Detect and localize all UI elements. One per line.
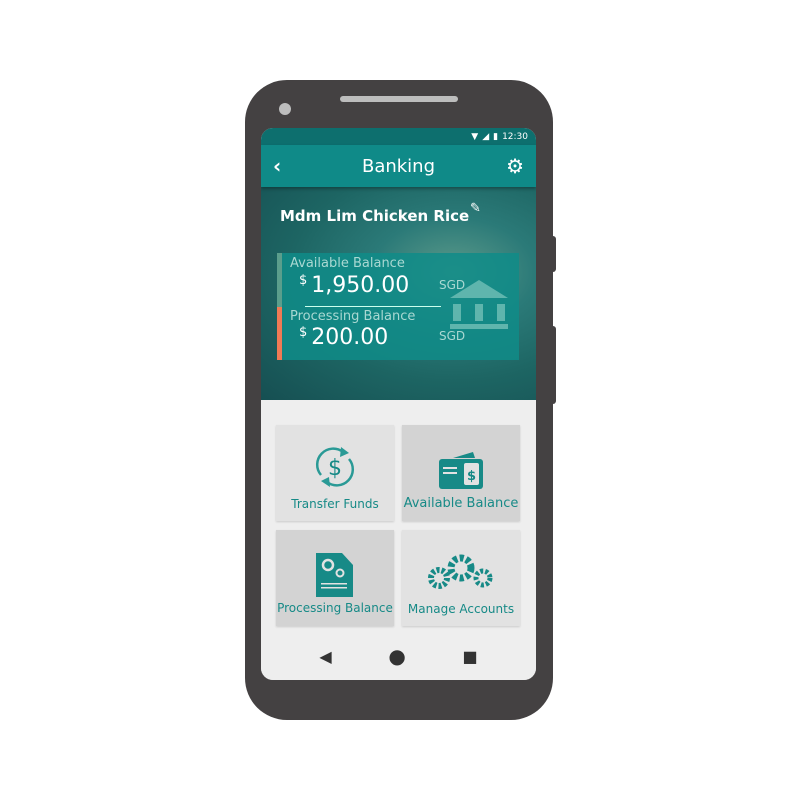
bank-icon [450, 280, 508, 329]
pencil-icon[interactable]: ✎ [470, 201, 481, 216]
power-button [551, 236, 556, 272]
back-nav-icon[interactable]: ◀ [319, 647, 331, 666]
clock: 12:30 [502, 131, 528, 142]
wallet-icon: $ [439, 452, 483, 489]
balance-card: Available Balance $1,950.00 SGD Processi… [277, 253, 519, 360]
camera [279, 103, 291, 115]
tile-label: Available Balance [403, 496, 519, 511]
available-label: Available Balance [290, 256, 405, 271]
processing-label: Processing Balance [290, 309, 416, 324]
divider [305, 306, 441, 307]
screen: ▼ ◢ ▮ 12:30 ‹ Banking ⚙ Mdm Lim Chicken … [261, 128, 536, 680]
app-bar: ‹ Banking ⚙ [261, 145, 536, 187]
svg-text:$: $ [328, 456, 342, 481]
transfer-funds-tile[interactable]: $ Transfer Funds [276, 425, 394, 521]
available-balance-tile[interactable]: $ Available Balance [402, 425, 520, 521]
signal-icon: ◢ [482, 131, 490, 142]
processing-balance-tile[interactable]: Processing Balance [276, 530, 394, 626]
manage-accounts-tile[interactable]: Manage Accounts [402, 530, 520, 626]
tile-label: Manage Accounts [407, 602, 515, 616]
gear-icon[interactable]: ⚙ [506, 154, 524, 178]
android-nav-bar: ◀ ● ■ [261, 632, 536, 680]
processing-indicator [277, 307, 282, 360]
hero: Mdm Lim Chicken Rice ✎ Available Balance… [261, 187, 536, 400]
svg-text:$: $ [467, 469, 476, 484]
tile-label: Processing Balance [277, 601, 393, 615]
battery-icon: ▮ [493, 131, 499, 142]
available-indicator [277, 253, 282, 307]
tile-label: Transfer Funds [291, 497, 379, 511]
account-name: Mdm Lim Chicken Rice [280, 207, 470, 225]
available-amount: $1,950.00 [299, 273, 410, 298]
volume-button [551, 326, 556, 404]
speaker [340, 96, 458, 102]
transfer-dollar-icon: $ [315, 447, 355, 487]
recents-nav-icon[interactable]: ■ [463, 647, 478, 666]
wifi-icon: ▼ [471, 131, 479, 142]
status-bar: ▼ ◢ ▮ 12:30 [261, 128, 536, 145]
home-nav-icon[interactable]: ● [388, 644, 405, 668]
back-icon[interactable]: ‹ [273, 154, 281, 178]
gears-icon [428, 554, 493, 589]
processing-currency: SGD [439, 329, 466, 343]
processing-amount: $200.00 [299, 325, 389, 350]
document-gears-icon [316, 553, 353, 597]
page-title: Banking [361, 155, 436, 177]
